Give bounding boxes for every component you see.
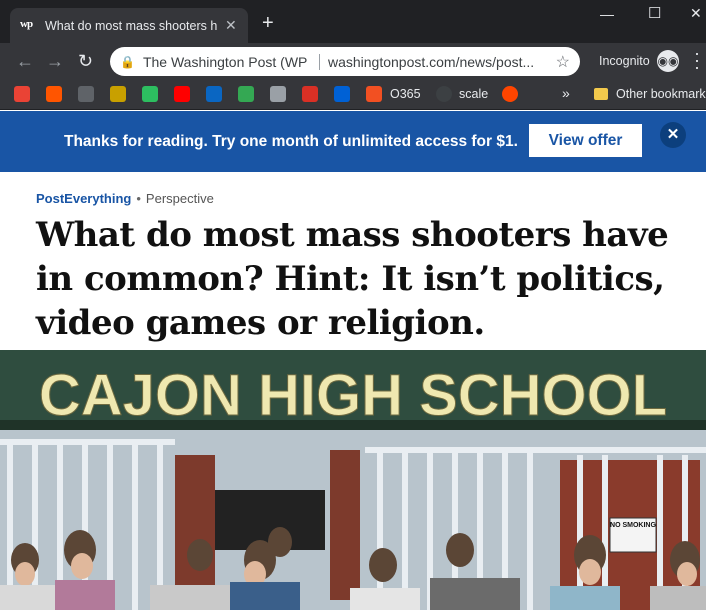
site-identity: The Washington Post (WP C (142, 53, 311, 70)
reload-icon[interactable]: ↻ (78, 51, 93, 72)
new-tab-plus-icon[interactable]: + (262, 12, 274, 35)
article-type-label: Perspective (145, 191, 214, 206)
browser-toolbar: ← → ↻ 🔒 The Washington Post (WP C washin… (0, 43, 706, 80)
article-kicker: PostEverything • Perspective (36, 191, 214, 206)
bookmark-scale[interactable]: scale (459, 87, 488, 101)
minimize-icon[interactable]: — (600, 6, 614, 22)
other-bookmarks[interactable]: Other bookmarks (616, 87, 706, 101)
bookmark-star-icon[interactable]: ☆ (556, 52, 570, 72)
soundcloud-icon[interactable] (46, 86, 62, 102)
school-sign-text: CAJON HIGH SCHOOL (39, 363, 667, 428)
incognito-icon[interactable]: ◉◉ (657, 50, 679, 72)
article-lead-photo: CAJON HIGH SCHOOL NO SMOKING (0, 350, 706, 610)
box-icon[interactable] (334, 86, 350, 102)
bee-icon[interactable] (110, 86, 126, 102)
no-smoking-sign: NO SMOKING (610, 522, 656, 529)
article-headline: What do most mass shooters have in commo… (36, 215, 669, 343)
address-bar[interactable]: 🔒 The Washington Post (WP C washingtonpo… (110, 47, 580, 76)
banner-close-icon[interactable]: ✕ (660, 122, 686, 148)
subscription-banner: Thanks for reading. Try one month of unl… (0, 111, 706, 172)
tab-title: What do most mass shooters have in commo… (45, 18, 217, 33)
lock-icon: 🔒 (120, 54, 135, 69)
url-text[interactable]: washingtonpost.com/news/post... (328, 54, 540, 70)
maps-icon[interactable] (238, 86, 254, 102)
incognito-label[interactable]: Incognito (599, 54, 650, 68)
maximize-icon[interactable]: ☐ (648, 4, 661, 22)
linkedin-icon[interactable] (206, 86, 222, 102)
microsoft-icon[interactable] (366, 86, 382, 102)
bookmark-o365[interactable]: O365 (390, 87, 421, 101)
scale-icon (436, 86, 452, 102)
kicker-separator: • (136, 191, 141, 206)
washington-post-favicon-icon: wp (20, 17, 33, 30)
youtube-icon[interactable] (174, 86, 190, 102)
drive-icon[interactable] (270, 86, 286, 102)
view-offer-button[interactable]: View offer (529, 124, 642, 157)
reddit-icon[interactable] (502, 86, 518, 102)
bookmarks-overflow-chevron-icon[interactable]: » (562, 85, 570, 101)
back-arrow-icon[interactable]: ← (16, 51, 34, 72)
browser-tab-active[interactable]: wp What do most mass shooters have in co… (10, 8, 248, 43)
photo-illustration: CAJON HIGH SCHOOL NO SMOKING (0, 350, 706, 610)
forward-arrow-icon[interactable]: → (46, 51, 64, 72)
gmail-icon[interactable] (14, 86, 30, 102)
kebab-menu-icon[interactable]: · · · (694, 44, 700, 76)
bookmarks-bar: O365 scale » Other bookmarks (0, 80, 706, 110)
folder-icon (594, 88, 608, 100)
section-link[interactable]: PostEverything (36, 191, 131, 206)
evernote-icon[interactable] (142, 86, 158, 102)
window-close-icon[interactable]: ✕ (690, 5, 702, 22)
browser-titlebar: wp What do most mass shooters have in co… (0, 0, 706, 43)
news-icon[interactable] (302, 86, 318, 102)
omnibox-divider (318, 53, 320, 70)
tab-close-icon[interactable]: ✕ (225, 17, 237, 34)
bookmark-icon-dark[interactable] (78, 86, 94, 102)
banner-message: Thanks for reading. Try one month of unl… (64, 133, 518, 150)
